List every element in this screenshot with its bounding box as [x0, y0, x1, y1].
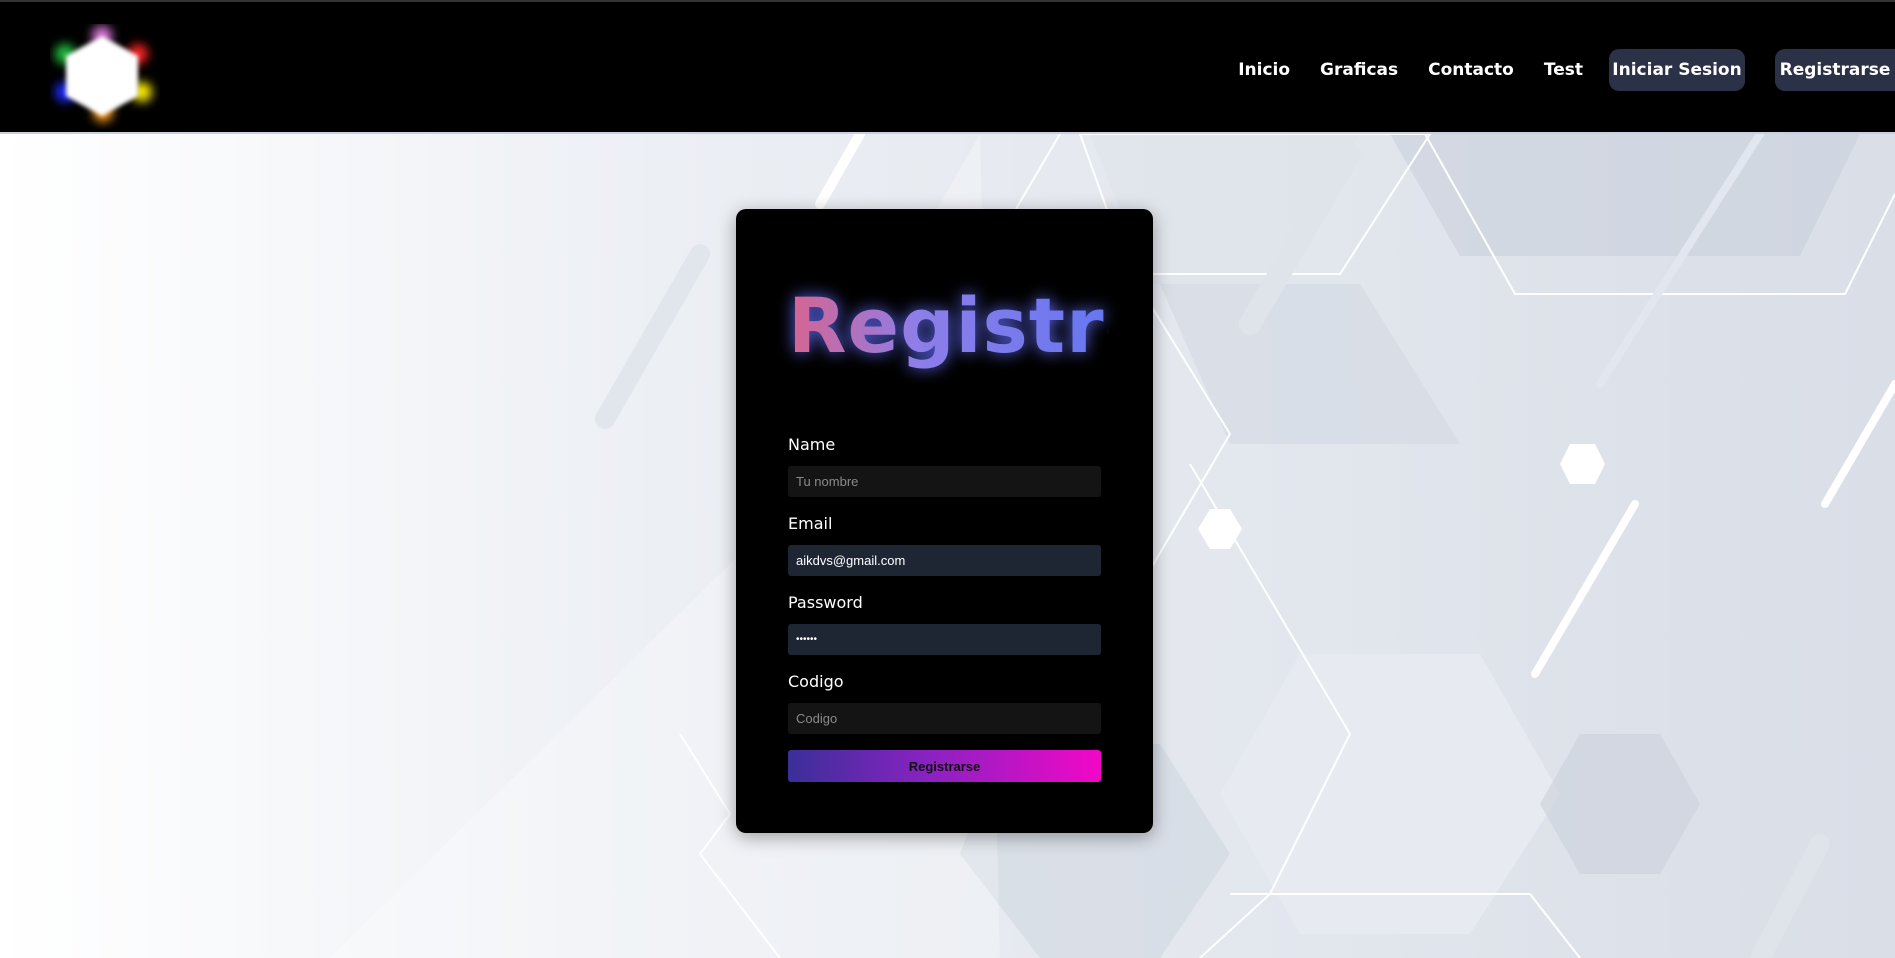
hexagon-logo-icon[interactable]	[50, 24, 160, 129]
name-input[interactable]	[788, 466, 1101, 497]
codigo-input[interactable]	[788, 703, 1101, 734]
codigo-label: Codigo	[788, 672, 844, 691]
login-button[interactable]: Iniciar Sesion	[1609, 49, 1745, 91]
nav-link-test[interactable]: Test	[1544, 60, 1583, 80]
nav-menu: Inicio Graficas Contacto Test Iniciar Se…	[1208, 48, 1895, 92]
navbar: Inicio Graficas Contacto Test Iniciar Se…	[0, 0, 1895, 134]
register-card: Registro Name Email Password Codigo Regi…	[736, 209, 1158, 833]
nav-link-graficas[interactable]: Graficas	[1320, 60, 1398, 80]
name-label: Name	[788, 435, 836, 454]
submit-register-button[interactable]: Registrarse	[788, 750, 1101, 782]
register-nav-button[interactable]: Registrarse	[1775, 49, 1895, 91]
email-input[interactable]	[788, 545, 1101, 576]
nav-link-inicio[interactable]: Inicio	[1238, 60, 1290, 80]
form-title: Registro	[788, 281, 1158, 370]
email-label: Email	[788, 514, 833, 533]
nav-link-contacto[interactable]: Contacto	[1428, 60, 1514, 80]
password-input[interactable]	[788, 624, 1101, 655]
password-label: Password	[788, 593, 863, 612]
